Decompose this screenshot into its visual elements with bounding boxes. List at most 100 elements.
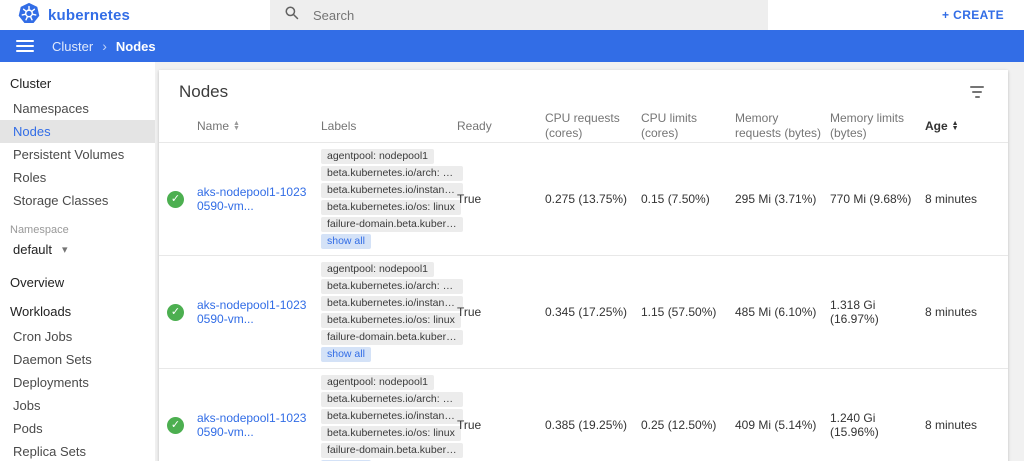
name-cell: aks-nodepool1-10230590-vm... — [197, 298, 321, 326]
check-circle-icon: ✓ — [167, 304, 184, 321]
column-header-name-label: Name — [197, 119, 229, 134]
cpu-limits-cell: 0.15 (7.50%) — [641, 192, 735, 206]
show-all-button[interactable]: show all — [321, 234, 371, 249]
topbar-spacer — [768, 0, 922, 30]
column-header-name[interactable]: Name ▲▼ — [197, 119, 321, 134]
node-name-link[interactable]: aks-nodepool1-10230590-vm... — [197, 185, 306, 213]
sidebar-item-cron-jobs[interactable]: Cron Jobs — [0, 325, 155, 348]
sidebar-item-jobs[interactable]: Jobs — [0, 394, 155, 417]
table-row: ✓ aks-nodepool1-10230590-vm... agentpool… — [159, 368, 1008, 461]
labels-cell: agentpool: nodepool1 beta.kubernetes.io/… — [321, 256, 457, 368]
node-name-link[interactable]: aks-nodepool1-10230590-vm... — [197, 298, 306, 326]
memory-requests-cell: 409 Mi (5.14%) — [735, 418, 830, 432]
label-chip: beta.kubernetes.io/os: linux — [321, 200, 461, 215]
ready-cell: True — [457, 418, 545, 432]
sidebar-item-namespaces[interactable]: Namespaces — [0, 97, 155, 120]
label-chip: beta.kubernetes.io/arch: amd. — [321, 392, 463, 407]
cpu-requests-cell: 0.345 (17.25%) — [545, 305, 641, 319]
cpu-requests-cell: 0.385 (19.25%) — [545, 418, 641, 432]
app: kubernetes + CREATE Cluster › Nodes Clus… — [0, 0, 1024, 461]
memory-requests-cell: 295 Mi (3.71%) — [735, 192, 830, 206]
sidebar: Cluster Namespaces Nodes Persistent Volu… — [0, 62, 155, 461]
kubernetes-logo-icon — [18, 2, 40, 29]
label-chip: beta.kubernetes.io/arch: amd. — [321, 166, 463, 181]
ready-cell: True — [457, 192, 545, 206]
node-name-link[interactable]: aks-nodepool1-10230590-vm... — [197, 411, 306, 439]
age-cell: 8 minutes — [925, 418, 996, 432]
cpu-limits-cell: 0.25 (12.50%) — [641, 418, 735, 432]
cpu-limits-cell: 1.15 (57.50%) — [641, 305, 735, 319]
label-chip: beta.kubernetes.io/instance-t. — [321, 296, 463, 311]
column-header-labels: Labels — [321, 119, 457, 134]
top-bar: kubernetes + CREATE — [0, 0, 1024, 30]
table-row: ✓ aks-nodepool1-10230590-vm... agentpool… — [159, 255, 1008, 368]
label-chip: beta.kubernetes.io/os: linux — [321, 313, 461, 328]
search-icon — [284, 5, 299, 25]
ready-cell: True — [457, 305, 545, 319]
sidebar-item-persistent-volumes[interactable]: Persistent Volumes — [0, 143, 155, 166]
main-content: Nodes Name ▲▼ Labels Ready CPU requests … — [155, 62, 1024, 461]
label-chip: beta.kubernetes.io/os: linux — [321, 426, 461, 441]
labels-cell: agentpool: nodepool1 beta.kubernetes.io/… — [321, 369, 457, 461]
status-cell: ✓ — [167, 191, 197, 208]
age-cell: 8 minutes — [925, 305, 996, 319]
label-chip: beta.kubernetes.io/instance-t. — [321, 409, 463, 424]
column-header-memory-requests: Memory requests (bytes) — [735, 111, 830, 141]
nodes-card: Nodes Name ▲▼ Labels Ready CPU requests … — [159, 70, 1008, 461]
labels-cell: agentpool: nodepool1 beta.kubernetes.io/… — [321, 143, 457, 255]
filter-icon[interactable] — [966, 82, 988, 102]
breadcrumb-bar: Cluster › Nodes — [0, 30, 1024, 62]
menu-icon[interactable] — [16, 40, 34, 52]
namespace-label: Namespace — [0, 212, 155, 238]
column-header-memory-limits: Memory limits (bytes) — [830, 111, 925, 141]
label-chip: failure-domain.beta.kubernet.. — [321, 330, 463, 345]
sidebar-item-storage-classes[interactable]: Storage Classes — [0, 189, 155, 212]
chevron-right-icon: › — [102, 38, 107, 54]
name-cell: aks-nodepool1-10230590-vm... — [197, 185, 321, 213]
memory-limits-cell: 1.318 Gi (16.97%) — [830, 298, 925, 326]
sort-icon[interactable]: ▲▼ — [952, 121, 959, 131]
sidebar-item-pods[interactable]: Pods — [0, 417, 155, 440]
search-bar — [270, 0, 768, 30]
status-cell: ✓ — [167, 304, 197, 321]
sidebar-item-replica-sets[interactable]: Replica Sets — [0, 440, 155, 461]
label-chip: agentpool: nodepool1 — [321, 149, 434, 164]
breadcrumb-nodes: Nodes — [116, 39, 156, 54]
breadcrumb-cluster[interactable]: Cluster — [52, 39, 93, 54]
memory-limits-cell: 770 Mi (9.68%) — [830, 192, 925, 206]
brand-name: kubernetes — [48, 7, 130, 24]
sidebar-item-overview[interactable]: Overview — [0, 263, 155, 296]
show-all-button[interactable]: show all — [321, 347, 371, 362]
table-header-row: Name ▲▼ Labels Ready CPU requests (cores… — [159, 110, 1008, 142]
create-button[interactable]: + CREATE — [922, 0, 1024, 30]
chevron-down-icon: ▾ — [62, 243, 68, 256]
sidebar-item-daemon-sets[interactable]: Daemon Sets — [0, 348, 155, 371]
memory-requests-cell: 485 Mi (6.10%) — [735, 305, 830, 319]
breadcrumb: Cluster › Nodes — [52, 38, 156, 54]
label-chip: agentpool: nodepool1 — [321, 375, 434, 390]
check-circle-icon: ✓ — [167, 191, 184, 208]
sidebar-item-deployments[interactable]: Deployments — [0, 371, 155, 394]
column-header-ready: Ready — [457, 119, 545, 134]
name-cell: aks-nodepool1-10230590-vm... — [197, 411, 321, 439]
namespace-value: default — [13, 242, 52, 257]
namespace-select[interactable]: default ▾ — [0, 238, 155, 263]
column-header-cpu-limits: CPU limits (cores) — [641, 111, 735, 141]
check-circle-icon: ✓ — [167, 417, 184, 434]
search-input[interactable] — [311, 7, 754, 24]
column-header-cpu-requests: CPU requests (cores) — [545, 111, 641, 141]
column-header-age-label: Age — [925, 119, 948, 134]
sidebar-section-workloads: Workloads — [0, 296, 155, 325]
sidebar-item-nodes[interactable]: Nodes — [0, 120, 155, 143]
sidebar-item-roles[interactable]: Roles — [0, 166, 155, 189]
status-cell: ✓ — [167, 417, 197, 434]
card-header: Nodes — [159, 70, 1008, 110]
brand: kubernetes — [0, 0, 270, 30]
column-header-age[interactable]: Age ▲▼ — [925, 119, 996, 134]
sidebar-section-cluster: Cluster — [0, 68, 155, 97]
sort-icon[interactable]: ▲▼ — [233, 121, 240, 131]
label-chip: agentpool: nodepool1 — [321, 262, 434, 277]
label-chip: beta.kubernetes.io/instance-t. — [321, 183, 463, 198]
age-cell: 8 minutes — [925, 192, 996, 206]
table-row: ✓ aks-nodepool1-10230590-vm... agentpool… — [159, 142, 1008, 255]
